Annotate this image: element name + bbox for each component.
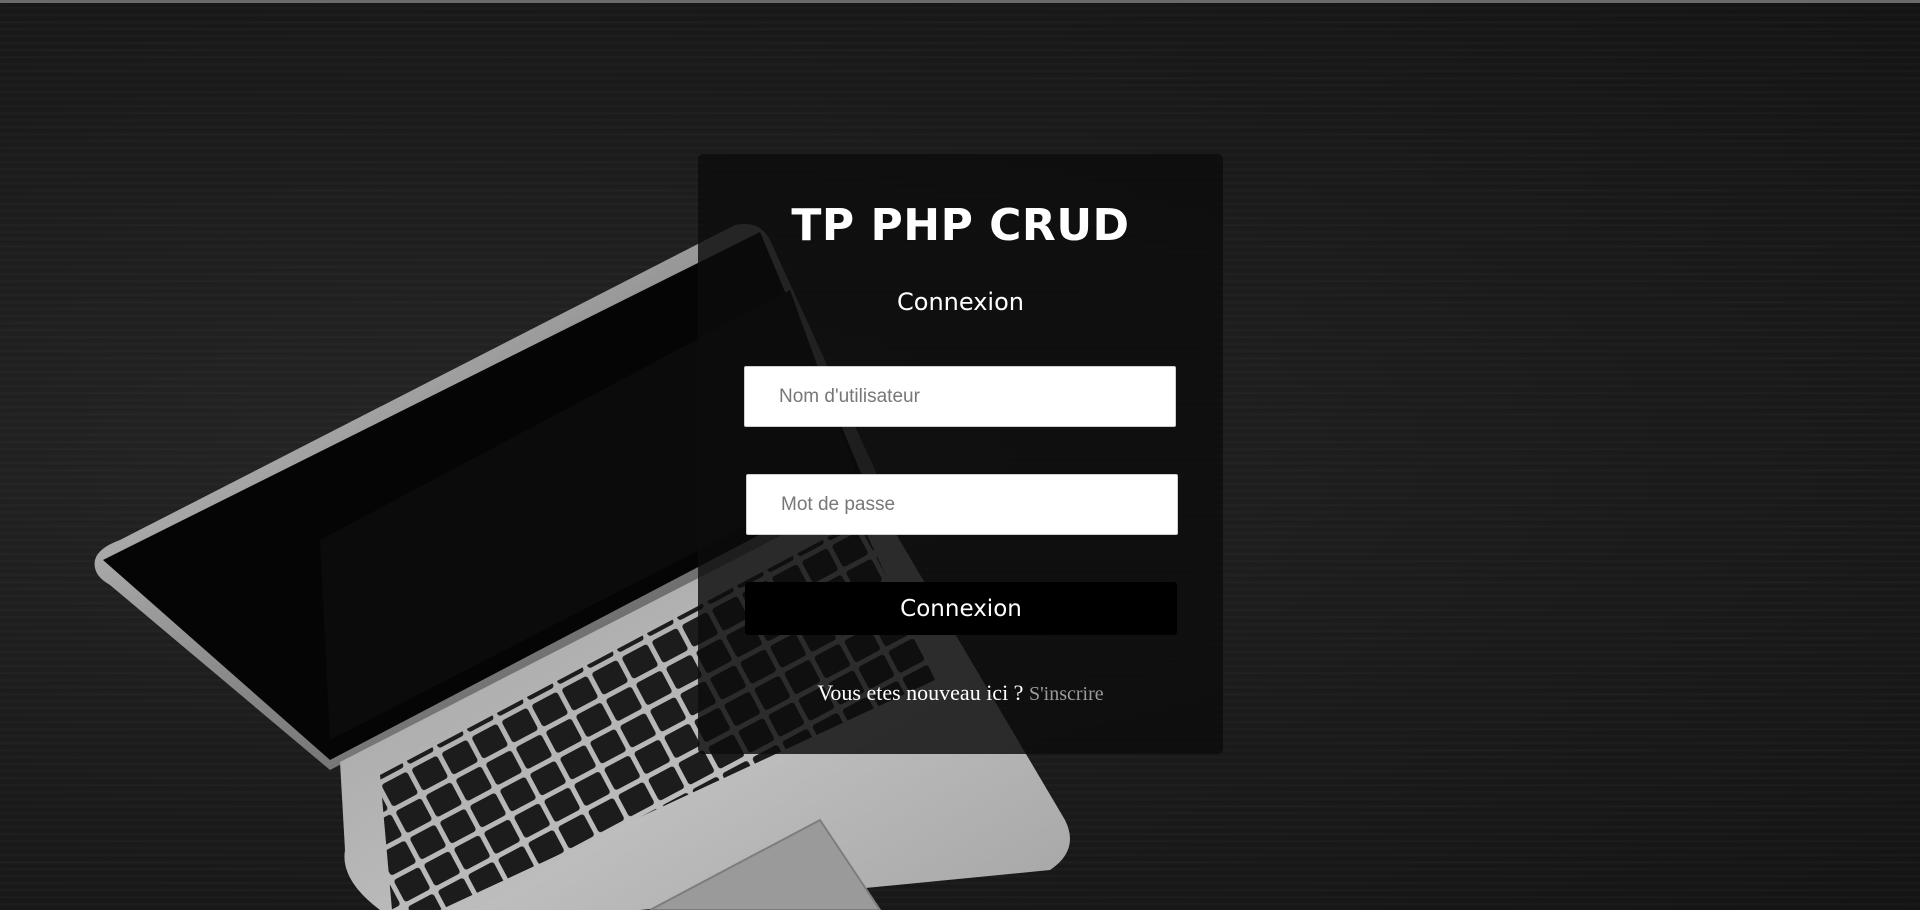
login-card: TP PHP CRUD Connexion Connexion Vous ete… [698,154,1223,754]
password-input[interactable] [746,474,1178,535]
top-border-line [0,0,1920,3]
page-title: TP PHP CRUD [791,200,1130,251]
signup-row: Vous etes nouveau ici ? S'inscrire [698,680,1223,706]
signup-link[interactable]: S'inscrire [1029,683,1104,705]
username-input[interactable] [744,366,1176,427]
login-button[interactable]: Connexion [745,582,1177,635]
login-subtitle: Connexion [897,288,1024,316]
signup-prompt: Vous etes nouveau ici ? [817,680,1024,705]
